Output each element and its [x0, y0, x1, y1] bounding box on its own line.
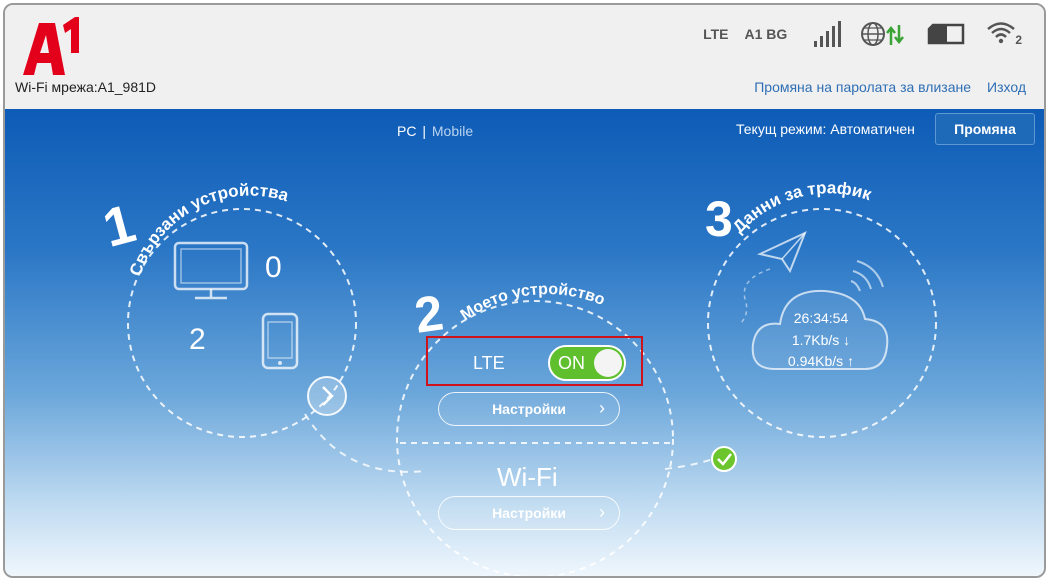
section-2-title: Моето устройство — [458, 281, 608, 324]
lte-settings-label: Настройки — [492, 401, 566, 417]
logout-link[interactable]: Изход — [987, 79, 1026, 95]
wireless-waves-icon — [850, 260, 884, 292]
wifi-network-name: Wi-Fi мрежа:A1_981D — [15, 79, 156, 95]
computer-icon — [173, 241, 249, 300]
status-bar: LTE A1 BG 2 — [703, 19, 1022, 49]
devices-details-button[interactable] — [307, 376, 347, 416]
network-type: LTE — [703, 26, 729, 42]
header-links: Промяна на паролата за влизане Изход — [754, 79, 1026, 95]
change-password-link[interactable]: Промяна на паролата за влизане — [754, 79, 971, 95]
lte-toggle[interactable]: ON — [548, 345, 626, 381]
connected-mobile-count: 2 — [189, 323, 206, 356]
upload-speed: 0.94Kb/s ↑ — [787, 353, 855, 369]
a1-logo — [23, 17, 79, 75]
lte-settings-button[interactable]: Настройки › — [438, 392, 620, 426]
connector-left — [304, 413, 426, 473]
section-3-number: 3 — [705, 191, 733, 247]
wifi-clients-count: 2 — [1015, 33, 1022, 47]
wifi-label: Wi-Fi — [497, 462, 558, 492]
section-3-title: Данни за трафик — [729, 178, 874, 236]
router-admin-window: Wi-Fi мрежа:A1_981D LTE A1 BG 2 Промяна … — [3, 3, 1046, 578]
wifi-settings-label: Настройки — [492, 505, 566, 521]
toggle-knob — [594, 349, 622, 377]
section-2-number: 2 — [411, 284, 446, 343]
chevron-right-icon: › — [599, 502, 605, 522]
phone-icon — [261, 312, 299, 370]
wifi-settings-button[interactable]: Настройки › — [438, 496, 620, 530]
dashboard: PC | Mobile Текущ режим: Автоматичен Про… — [5, 109, 1044, 576]
chevron-right-icon: › — [599, 398, 605, 418]
wifi-clients-icon: 2 — [987, 21, 1022, 47]
section-1-number: 1 — [97, 193, 142, 259]
download-speed: 1.7Kb/s ↓ — [791, 332, 851, 348]
header: Wi-Fi мрежа:A1_981D LTE A1 BG 2 Промяна … — [5, 5, 1044, 109]
connected-pc-count: 0 — [265, 251, 282, 284]
operator-name: A1 BG — [744, 26, 788, 42]
connection-ok-icon — [711, 446, 737, 472]
lte-toggle-state: ON — [558, 353, 585, 373]
lte-label: LTE — [473, 353, 505, 373]
signal-strength-icon — [813, 21, 842, 47]
battery-icon — [927, 23, 967, 45]
connection-duration: 26:34:54 — [793, 310, 849, 326]
internet-connection-icon — [861, 21, 907, 47]
